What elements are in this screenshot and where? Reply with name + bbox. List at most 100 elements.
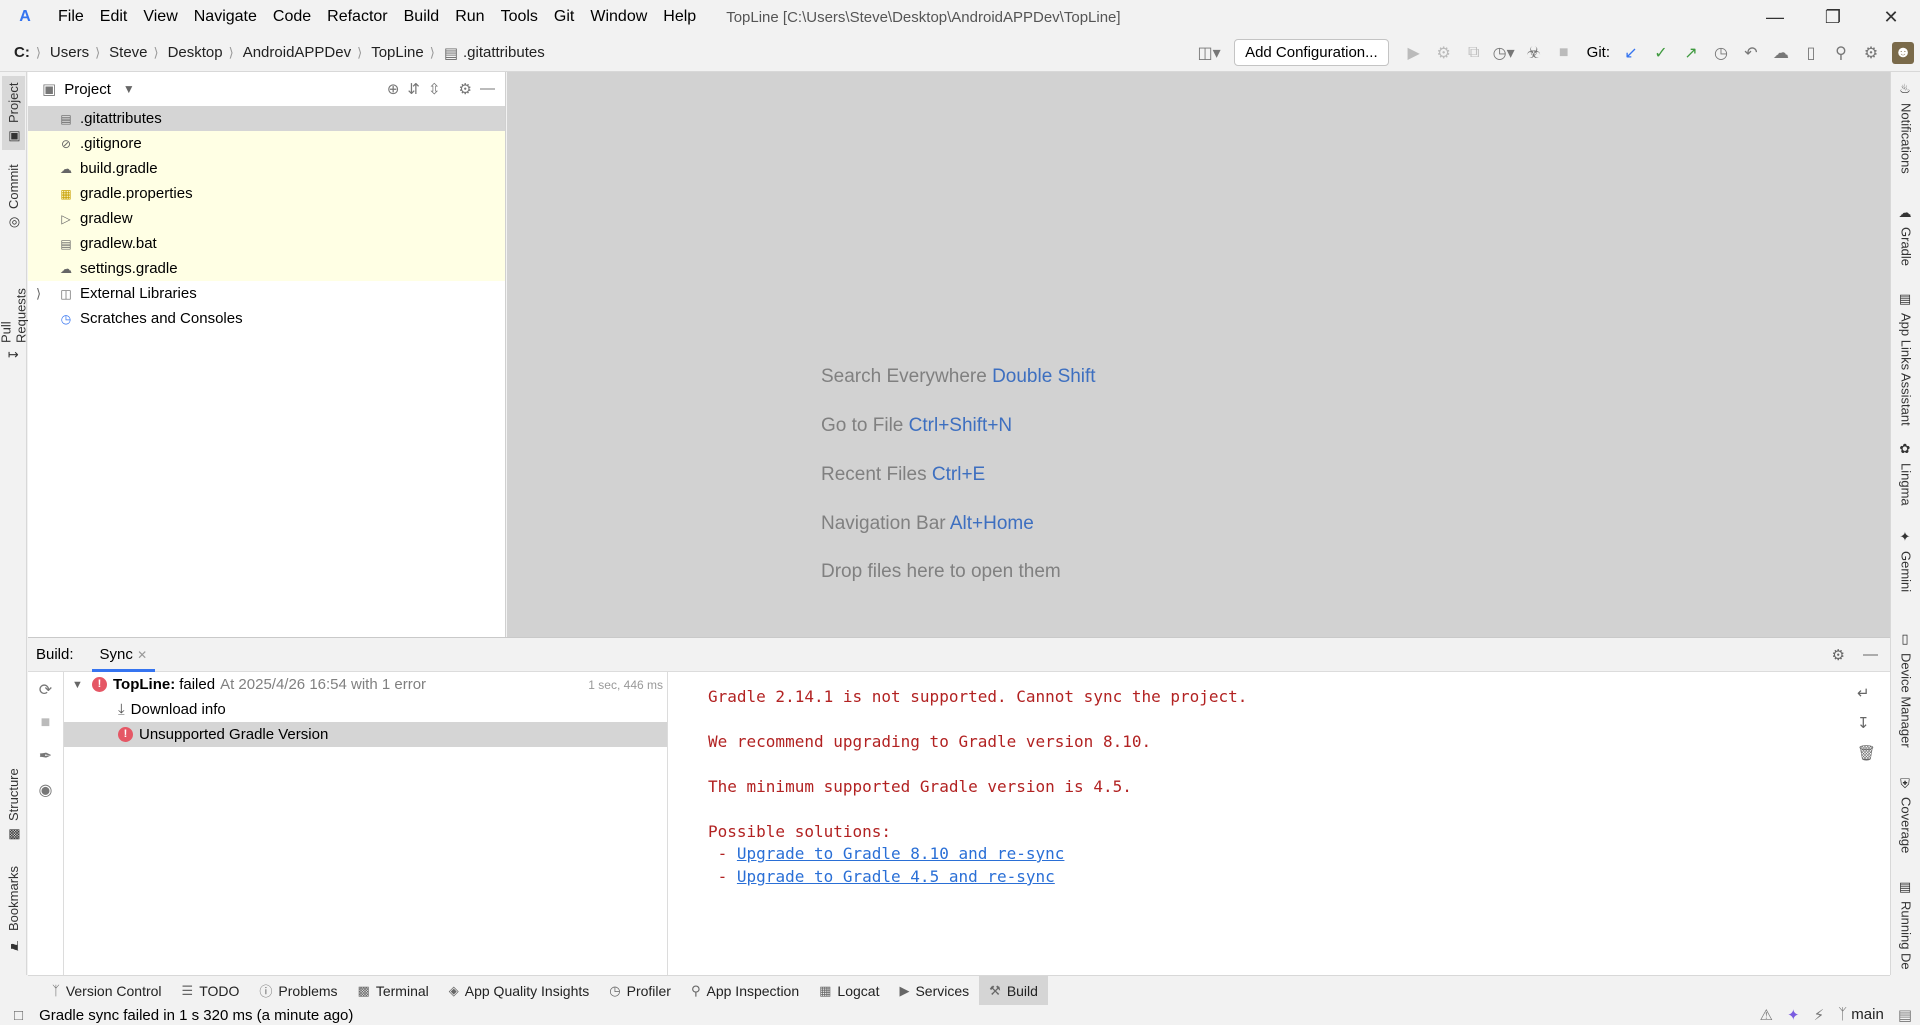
chevron-right-icon[interactable]: ⟩ (36, 286, 58, 302)
menu-code[interactable]: Code (265, 0, 319, 34)
file-row-gradlew[interactable]: ▷ gradlew (28, 206, 505, 231)
breadcrumb-topline[interactable]: TopLine (371, 44, 424, 61)
upgrade-8-10-link[interactable]: Upgrade to Gradle 8.10 and re-sync (737, 844, 1065, 863)
menu-tools[interactable]: Tools (493, 0, 546, 34)
status-panel-icon[interactable]: □ (14, 1007, 23, 1024)
git-push-icon[interactable]: ↗ (1676, 43, 1706, 63)
scroll-to-end-icon[interactable]: ↧ (1857, 714, 1876, 732)
search-icon[interactable]: ⚲ (1826, 43, 1856, 63)
soft-wrap-icon[interactable]: ↵ (1857, 684, 1876, 702)
file-row-gradlew-bat[interactable]: ▤ gradlew.bat (28, 231, 505, 256)
hide-icon[interactable]: — (1863, 646, 1878, 663)
power-save-icon[interactable]: ⚡ (1814, 1006, 1825, 1024)
hide-icon[interactable]: — (480, 80, 495, 98)
menu-refactor[interactable]: Refactor (319, 0, 395, 34)
tab-gradle[interactable]: ☁ Gradle (1895, 206, 1917, 278)
gear-icon[interactable]: ⚙ (459, 80, 472, 98)
device-selector-icon[interactable]: ◫▾ (1194, 43, 1224, 63)
apply-changes-icon[interactable]: ⧉ (1459, 44, 1489, 62)
avatar[interactable]: ☻ (1892, 41, 1914, 64)
menu-edit[interactable]: Edit (92, 0, 136, 34)
profile-icon[interactable]: ◷▾ (1489, 43, 1519, 63)
breadcrumb-drive[interactable]: C: (14, 44, 30, 61)
stop-icon[interactable]: ■ (1549, 44, 1579, 62)
breadcrumb-users[interactable]: Users (50, 44, 89, 61)
branch-icon[interactable]: ᛉ main (1838, 1006, 1884, 1024)
upgrade-4-5-link[interactable]: Upgrade to Gradle 4.5 and re-sync (737, 867, 1055, 886)
tab-profiler[interactable]: ◷ Profiler (599, 976, 681, 1006)
menu-git[interactable]: Git (546, 0, 582, 34)
attach-debugger-icon[interactable]: ☣ (1519, 43, 1549, 63)
tab-notifications[interactable]: ♨ Notifications (1895, 82, 1917, 194)
tab-coverage[interactable]: ⛨ Coverage (1895, 778, 1917, 860)
menu-help[interactable]: Help (655, 0, 704, 34)
chevron-down-icon[interactable]: ▼ (72, 679, 92, 691)
breadcrumb-desktop[interactable]: Desktop (168, 44, 223, 61)
collapse-all-icon[interactable]: ⇳ (428, 80, 441, 98)
lock-icon[interactable]: ▤ (1898, 1006, 1912, 1024)
project-view-selector[interactable]: Project (64, 81, 111, 98)
device-manager-icon[interactable]: ▯ (1796, 43, 1826, 63)
tab-sync[interactable]: Sync ✕ (91, 638, 156, 672)
tab-bookmarks[interactable]: ⚑ Bookmarks (2, 866, 25, 958)
warning-icon[interactable]: ⚠ (1760, 1006, 1773, 1024)
tab-pull-requests[interactable]: ↧ Pull Requests (0, 258, 29, 366)
breadcrumb-file[interactable]: .gitattributes (463, 44, 545, 61)
settings-icon[interactable]: ⚙ (1856, 43, 1886, 63)
expand-all-icon[interactable]: ⇵ (407, 80, 420, 98)
rollback-icon[interactable]: ↶ (1736, 43, 1766, 63)
tab-lingma[interactable]: ✿ Lingma (1895, 442, 1917, 512)
run-icon[interactable]: ▶ (1399, 43, 1429, 63)
pin-icon[interactable]: ✒ (39, 746, 52, 766)
tab-build[interactable]: ⚒ Build (979, 975, 1048, 1006)
build-root-row[interactable]: ▼ ! TopLine: failed At 2025/4/26 16:54 w… (64, 672, 667, 697)
build-download-row[interactable]: ⤓ Download info (64, 697, 667, 722)
menu-run[interactable]: Run (447, 0, 492, 34)
file-row-gitignore[interactable]: ⊘ .gitignore (28, 131, 505, 156)
breadcrumb-androidappdev[interactable]: AndroidAPPDev (243, 44, 351, 61)
stop-icon[interactable]: ■ (41, 714, 51, 732)
tab-app-links[interactable]: ▤ App Links Assistant (1895, 292, 1917, 428)
gear-icon[interactable]: ⚙ (1832, 646, 1845, 664)
build-error-row[interactable]: ! Unsupported Gradle Version (64, 722, 667, 747)
tab-gemini[interactable]: ✦ Gemini (1895, 530, 1917, 600)
editor-empty-area[interactable]: Search Everywhere Double Shift Go to Fil… (507, 72, 1890, 637)
tab-services[interactable]: ▶ Services (889, 976, 979, 1006)
breadcrumb-steve[interactable]: Steve (109, 44, 147, 61)
tab-device-manager[interactable]: ▯ Device Manager (1895, 632, 1917, 756)
menu-build[interactable]: Build (396, 0, 448, 34)
git-update-icon[interactable]: ↙ (1616, 43, 1646, 63)
close-tab-icon[interactable]: ✕ (137, 648, 147, 662)
tab-terminal[interactable]: ▩ Terminal (348, 976, 439, 1006)
build-console[interactable]: Gradle 2.14.1 is not supported. Cannot s… (680, 672, 1880, 976)
tab-running-devices[interactable]: ▤ Running De (1895, 880, 1917, 975)
chevron-down-icon[interactable]: ▼ (123, 82, 135, 96)
git-commit-icon[interactable]: ✓ (1646, 43, 1676, 63)
file-row-settings-gradle[interactable]: ☁ settings.gradle (28, 256, 505, 281)
tab-app-inspection[interactable]: ⚲ App Inspection (681, 976, 809, 1006)
menu-view[interactable]: View (135, 0, 185, 34)
file-row-build-gradle[interactable]: ☁ build.gradle (28, 156, 505, 181)
history-icon[interactable]: ◷ (1706, 43, 1736, 63)
tab-logcat[interactable]: ▦ Logcat (809, 976, 889, 1006)
minimize-icon[interactable]: — (1746, 7, 1804, 28)
tab-commit[interactable]: ◎ Commit (2, 164, 25, 236)
close-icon[interactable]: ✕ (1862, 7, 1920, 28)
trash-icon[interactable]: 🗑 (1857, 744, 1876, 762)
tab-problems[interactable]: ⓘ Problems (249, 976, 347, 1006)
tab-project[interactable]: ▣ Project (2, 76, 25, 150)
locate-icon[interactable]: ⊕ (387, 80, 400, 98)
ai-assistant-icon[interactable]: ✦ (1787, 1006, 1800, 1024)
menu-file[interactable]: File (50, 0, 92, 34)
tab-version-control[interactable]: ᛉ Version Control (42, 976, 172, 1006)
eye-icon[interactable]: ◉ (39, 780, 53, 800)
menu-navigate[interactable]: Navigate (186, 0, 265, 34)
tree-external-libraries[interactable]: ⟩ ◫ External Libraries (28, 281, 505, 306)
add-configuration-button[interactable]: Add Configuration... (1234, 39, 1389, 66)
sync-icon[interactable]: ⟳ (39, 680, 52, 700)
menu-window[interactable]: Window (582, 0, 655, 34)
file-row-gradle-properties[interactable]: ▦ gradle.properties (28, 181, 505, 206)
tab-structure[interactable]: ▩ Structure (2, 768, 25, 848)
restore-icon[interactable]: ❐ (1804, 7, 1862, 28)
debug-icon[interactable]: ⚙ (1429, 43, 1459, 63)
